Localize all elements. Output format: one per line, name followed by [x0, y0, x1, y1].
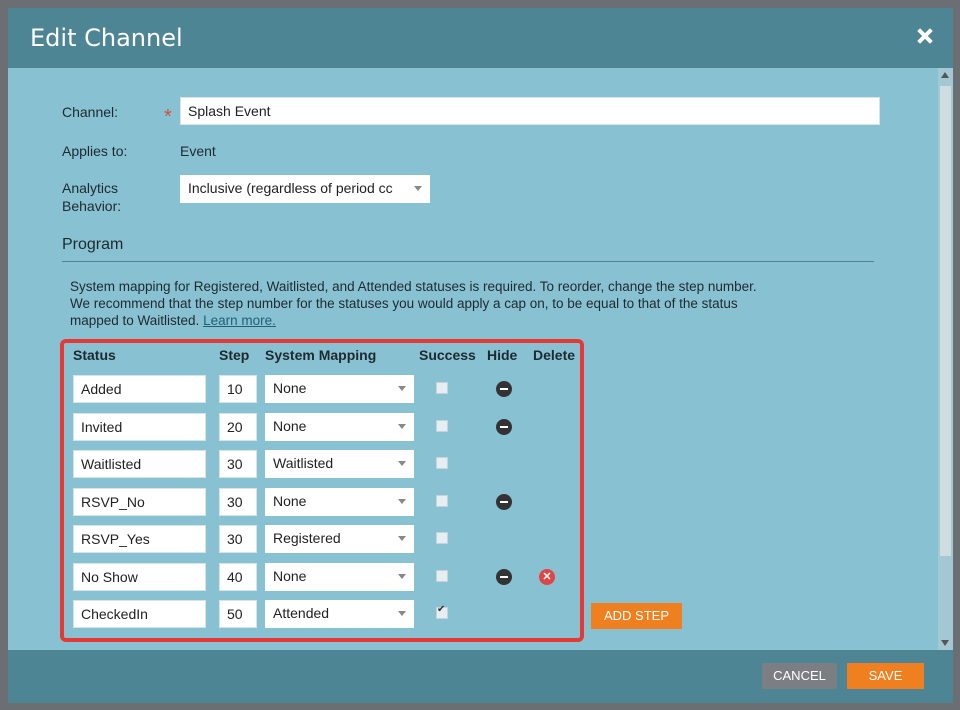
program-description: System mapping for Registered, Waitliste…	[70, 278, 870, 329]
required-asterisk-icon: *	[164, 106, 172, 128]
success-checkbox[interactable]	[436, 457, 448, 469]
system-mapping-value: None	[273, 568, 307, 584]
chevron-down-icon	[414, 186, 422, 191]
col-header-hide: Hide	[487, 347, 518, 363]
status-input[interactable]: RSVP_Yes	[73, 525, 206, 553]
description-line-2: We recommend that the step number for th…	[70, 296, 738, 311]
add-step-button[interactable]: ADD STEP	[591, 603, 682, 629]
analytics-label-line2: Behavior:	[62, 198, 122, 214]
success-checkbox[interactable]	[436, 420, 448, 432]
scroll-down-arrow-icon[interactable]	[941, 640, 949, 646]
save-button[interactable]: SAVE	[847, 663, 924, 689]
close-icon[interactable]	[915, 26, 935, 46]
hide-icon[interactable]	[496, 569, 512, 585]
success-checkbox[interactable]	[436, 532, 448, 544]
analytics-behavior-select[interactable]: Inclusive (regardless of period cc	[180, 175, 430, 203]
success-checkbox[interactable]	[436, 570, 448, 582]
system-mapping-value: Registered	[273, 530, 341, 546]
col-header-success: Success	[419, 347, 476, 363]
system-mapping-select[interactable]: Attended	[265, 600, 414, 628]
hide-icon[interactable]	[496, 494, 512, 510]
success-checkbox[interactable]	[436, 604, 448, 619]
cancel-button[interactable]: CANCEL	[762, 663, 837, 689]
chevron-down-icon	[398, 536, 406, 541]
col-header-delete: Delete	[533, 347, 576, 363]
system-mapping-value: None	[273, 380, 307, 396]
status-input[interactable]: CheckedIn	[73, 600, 206, 628]
system-mapping-select[interactable]: Registered	[265, 525, 414, 553]
chevron-down-icon	[398, 611, 406, 616]
col-header-status: Status	[73, 347, 116, 363]
success-checkbox[interactable]	[436, 382, 448, 394]
dialog-header: Edit Channel	[8, 8, 953, 68]
system-mapping-select[interactable]: None	[265, 563, 414, 591]
hide-icon[interactable]	[496, 381, 512, 397]
description-line-3-text: mapped to Waitlisted.	[70, 313, 200, 328]
step-input[interactable]: 20	[219, 413, 257, 441]
system-mapping-select[interactable]: None	[265, 413, 414, 441]
dialog-footer: CANCEL SAVE	[8, 650, 953, 703]
system-mapping-select[interactable]: Waitlisted	[265, 450, 414, 478]
step-input[interactable]: 30	[219, 488, 257, 516]
step-input[interactable]: 10	[219, 375, 257, 403]
program-heading: Program	[62, 236, 124, 253]
col-header-step: Step	[219, 347, 250, 363]
step-input[interactable]: 40	[219, 563, 257, 591]
system-mapping-value: None	[273, 493, 307, 509]
status-input[interactable]: No Show	[73, 563, 206, 591]
col-header-system-mapping: System Mapping	[265, 347, 377, 363]
success-checkbox[interactable]	[436, 495, 448, 507]
description-line-3: mapped to Waitlisted. Learn more.	[70, 312, 870, 329]
status-input[interactable]: Added	[73, 375, 206, 403]
system-mapping-value: None	[273, 418, 307, 434]
chevron-down-icon	[398, 461, 406, 466]
system-mapping-value: Waitlisted	[273, 455, 334, 471]
dialog-title: Edit Channel	[30, 24, 183, 52]
analytics-label-line1: Analytics	[62, 180, 119, 196]
program-section-header: Program	[62, 236, 874, 262]
scrollbar-thumb[interactable]	[940, 86, 951, 556]
system-mapping-value: Attended	[273, 605, 330, 621]
scrollbar[interactable]	[938, 68, 953, 650]
applies-to-label: Applies to:	[62, 143, 128, 159]
system-mapping-select[interactable]: None	[265, 488, 414, 516]
description-line-1: System mapping for Registered, Waitliste…	[70, 279, 757, 294]
learn-more-link[interactable]: Learn more.	[203, 313, 276, 328]
applies-to-value: Event	[180, 143, 216, 159]
edit-channel-dialog: Edit Channel Channel: * Splash Event App…	[8, 8, 953, 703]
channel-input[interactable]: Splash Event	[180, 97, 880, 125]
step-input[interactable]: 50	[219, 600, 257, 628]
step-input[interactable]: 30	[219, 450, 257, 478]
chevron-down-icon	[398, 386, 406, 391]
status-input[interactable]: RSVP_No	[73, 488, 206, 516]
analytics-behavior-value: Inclusive (regardless of period cc	[188, 180, 393, 196]
chevron-down-icon	[398, 499, 406, 504]
delete-icon[interactable]: ✕	[539, 569, 555, 585]
chevron-down-icon	[398, 424, 406, 429]
status-input[interactable]: Waitlisted	[73, 450, 206, 478]
step-input[interactable]: 30	[219, 525, 257, 553]
hide-icon[interactable]	[496, 419, 512, 435]
chevron-down-icon	[398, 574, 406, 579]
channel-label: Channel:	[62, 104, 119, 120]
status-input[interactable]: Invited	[73, 413, 206, 441]
system-mapping-select[interactable]: None	[265, 375, 414, 403]
scroll-up-arrow-icon[interactable]	[941, 72, 949, 78]
